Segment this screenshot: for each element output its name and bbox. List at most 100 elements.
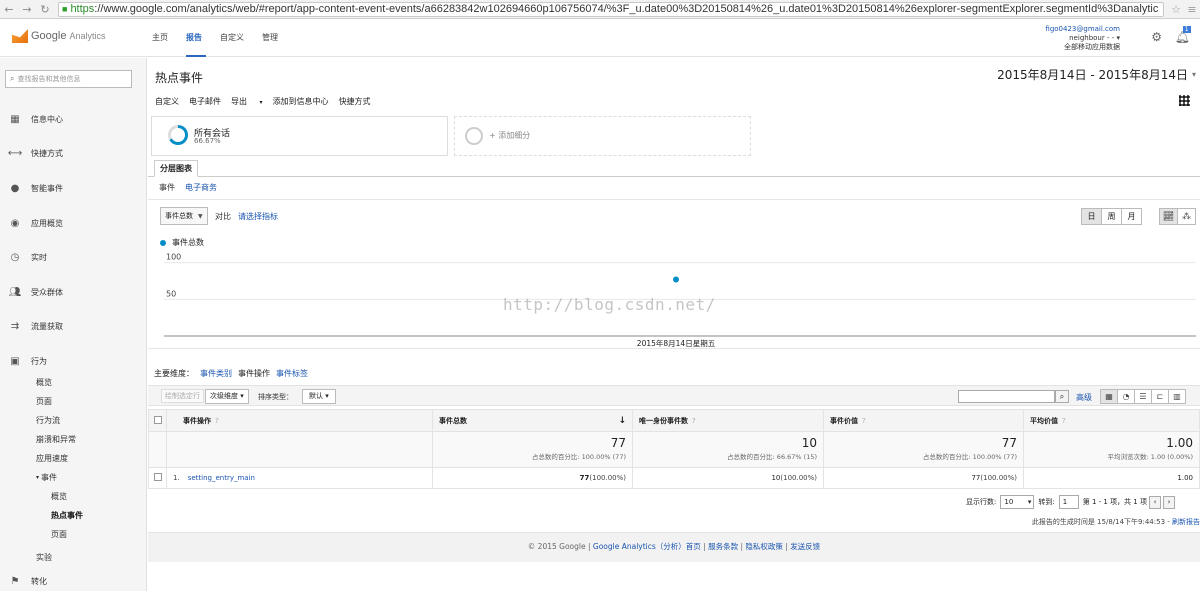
sidebar-sub-crashes[interactable]: 崩溃和异常 <box>0 430 147 449</box>
sidebar-item-app-overview[interactable]: ◉ 应用概览 <box>0 206 147 241</box>
metric-select[interactable]: 事件总数 ▼ <box>160 207 208 225</box>
footer: © 2015 Google | Google Analytics（分析）首页 |… <box>148 532 1200 562</box>
caret-down-icon: ▾ <box>325 392 329 400</box>
date-range-picker[interactable]: 2015年8月14日 - 2015年8月14日 ▾ <box>997 66 1196 83</box>
row-checkbox[interactable] <box>153 473 162 481</box>
clock-icon: ◷ <box>10 252 20 264</box>
toolbar-export[interactable]: 导出 ▾ <box>231 96 263 107</box>
line-chart-icon[interactable]: 📈︎ <box>1159 208 1178 225</box>
footer-link-home[interactable]: Google Analytics（分析）首页 <box>593 542 701 551</box>
pie-view-icon[interactable]: ◔ <box>1117 389 1135 404</box>
plot-rows-button[interactable]: 绘制选定行 <box>161 389 204 403</box>
sidebar-item-realtime[interactable]: ◷ 实时 <box>0 240 147 275</box>
col-total-events[interactable]: 事件总数 ↓ <box>432 409 633 432</box>
legend-label: 事件总数 <box>172 238 204 247</box>
secondary-dimension-select[interactable]: 次级维度 ▾ <box>205 389 249 404</box>
ga-logo[interactable]: Google Analytics <box>12 29 106 43</box>
menu-icon[interactable]: ≡ <box>1184 3 1200 16</box>
nav-home[interactable]: 主页 <box>152 32 168 43</box>
arrows-icon: ⟷ <box>7 148 23 160</box>
footer-link-terms[interactable]: 服务条款 <box>708 542 738 551</box>
gear-icon[interactable]: ⚙ <box>1151 30 1162 44</box>
col-unique-events[interactable]: 唯一身份事件数? <box>632 409 824 432</box>
granularity-day-button[interactable]: 日 <box>1081 208 1102 225</box>
footer-link-feedback[interactable]: 发送反馈 <box>790 542 820 551</box>
generated-time: 此报告的生成时间是 15/8/14下午9:44:53 - 刷新报告 <box>1031 518 1200 526</box>
footer-copyright: © 2015 Google | <box>527 542 593 551</box>
select-all-checkbox[interactable] <box>153 415 162 424</box>
forward-arrow-icon[interactable]: → <box>18 1 36 18</box>
search-icon[interactable]: ⌕ <box>1055 390 1069 403</box>
prev-page-icon[interactable]: ‹ <box>1148 495 1161 509</box>
pivot-view-icon[interactable]: ▥ <box>1168 389 1186 404</box>
motion-chart-icon[interactable]: ⁂ <box>1177 208 1196 225</box>
subtab-events[interactable]: 事件 <box>159 182 175 193</box>
bell-icon[interactable]: 🔔︎ 1 <box>1175 26 1191 44</box>
sidebar-sub-overview[interactable]: 概览 <box>0 373 147 392</box>
circle-icon: ◉ <box>10 217 20 229</box>
add-segment-card[interactable]: + 添加细分 <box>454 116 751 156</box>
goto-page-input[interactable]: 1 <box>1058 495 1079 509</box>
rows-per-page-select[interactable]: 10 ▾ <box>1000 495 1035 509</box>
url-scheme: https <box>70 3 95 15</box>
sidebar-events-screens[interactable]: 页面 <box>0 525 147 544</box>
date-range-text: 2015年8月14日 - 2015年8月14日 <box>997 68 1188 82</box>
col-event-value[interactable]: 事件价值? <box>823 409 1024 432</box>
nav-customize[interactable]: 自定义 <box>220 32 244 43</box>
address-bar[interactable]: ■ https ://www.google.com/analytics/web/… <box>58 1 1164 17</box>
sidebar-sub-screens[interactable]: 页面 <box>0 392 147 411</box>
refresh-report-link[interactable]: 刷新报告 <box>1172 518 1200 526</box>
footer-link-privacy[interactable]: 隐私权政策 <box>745 542 783 551</box>
star-icon[interactable]: ☆ <box>1168 3 1184 16</box>
sidebar-item-shortcuts[interactable]: ⟷ 快捷方式 <box>0 137 147 172</box>
account-property: neighbour - - <box>1069 34 1115 42</box>
report-tabs: 分层图表 <box>148 159 1200 177</box>
sidebar-sub-behavior-flow[interactable]: 行为流 <box>0 411 147 430</box>
performance-view-icon[interactable]: ☰ <box>1134 389 1152 404</box>
sidebar-sub-experiments[interactable]: 实验 <box>0 548 147 567</box>
next-page-icon[interactable]: › <box>1162 495 1175 509</box>
report-search-input[interactable]: ⌕ 查找报告和其他信息 <box>5 70 132 88</box>
nav-admin[interactable]: 管理 <box>262 32 278 43</box>
table-controls: 绘制选定行 次级维度 ▾ 排序类型： 默认 ▾ ⌕ 高级 ▦ ◔ ☰ ⊏ ▥ <box>148 385 1200 406</box>
dim-event-category[interactable]: 事件类别 <box>200 368 232 379</box>
table-header-row: 事件操作? 事件总数 ↓ 唯一身份事件数? 事件价值? 平均价值? <box>148 409 1200 432</box>
chart-panel: 事件总数 ▼ 对比 请选择指标 日 周 月 📈︎ ⁂ 事件总数 100 50 201… <box>148 199 1200 349</box>
sidebar-sub-events[interactable]: ▾ 事件 <box>0 468 147 487</box>
account-selector[interactable]: figo0423@gmail.com neighbour - - ▾ 全部移动应… <box>1045 25 1120 52</box>
sidebar-item-acquisition[interactable]: ⇉ 流量获取 <box>0 310 147 345</box>
nav-reports[interactable]: 报告 <box>186 32 202 43</box>
sidebar-item-conversions[interactable]: ⚑ 转化 <box>0 567 147 597</box>
advanced-filter-link[interactable]: 高级 <box>1076 392 1092 403</box>
toolbar-shortcut[interactable]: 快捷方式 <box>339 96 371 107</box>
total-value-cell: 77 占总数的百分比: 100.00% (77) <box>823 431 1024 468</box>
sidebar-item-intelligence[interactable]: ● 智能事件 <box>0 171 147 206</box>
reload-icon[interactable]: ↻ <box>36 1 54 18</box>
sidebar-events-top-events[interactable]: 热点事件 <box>0 506 147 525</box>
toolbar-customize[interactable]: 自定义 <box>155 96 179 107</box>
dim-event-label[interactable]: 事件标签 <box>276 368 308 379</box>
sidebar-events-overview[interactable]: 概览 <box>0 487 147 506</box>
back-arrow-icon[interactable]: ← <box>0 1 18 18</box>
granularity-month-button[interactable]: 月 <box>1121 208 1142 225</box>
sidebar-item-audience[interactable]: 👥︎ 受众群体 <box>0 275 147 310</box>
col-avg-value[interactable]: 平均价值? <box>1023 409 1200 432</box>
account-email: figo0423@gmail.com <box>1045 25 1120 33</box>
sort-type-select[interactable]: 默认 ▾ <box>302 389 336 404</box>
toolbar-email[interactable]: 电子邮件 <box>189 96 221 107</box>
subtab-ecommerce[interactable]: 电子商务 <box>185 182 217 193</box>
sidebar-item-dashboards[interactable]: ▦ 信息中心 <box>0 102 147 137</box>
toolbar-add-to-dashboard[interactable]: 添加到信息中心 <box>273 96 329 107</box>
granularity-week-button[interactable]: 周 <box>1101 208 1122 225</box>
row-event-link[interactable]: setting_entry_main <box>188 474 255 482</box>
apps-grid-icon[interactable] <box>1179 95 1190 106</box>
col-event-action[interactable]: 事件操作? <box>166 409 433 432</box>
table-search-input[interactable] <box>958 390 1055 403</box>
tab-explorer[interactable]: 分层图表 <box>154 160 198 177</box>
sidebar-sub-app-speed[interactable]: 应用速度 <box>0 449 147 468</box>
comparison-view-icon[interactable]: ⊏ <box>1151 389 1169 404</box>
table-view-icon[interactable]: ▦ <box>1100 389 1118 404</box>
dim-event-action[interactable]: 事件操作 <box>238 368 270 379</box>
segment-card-all-sessions[interactable]: 所有会话 66.67% <box>151 116 448 156</box>
select-metric-link[interactable]: 请选择指标 <box>238 211 278 222</box>
